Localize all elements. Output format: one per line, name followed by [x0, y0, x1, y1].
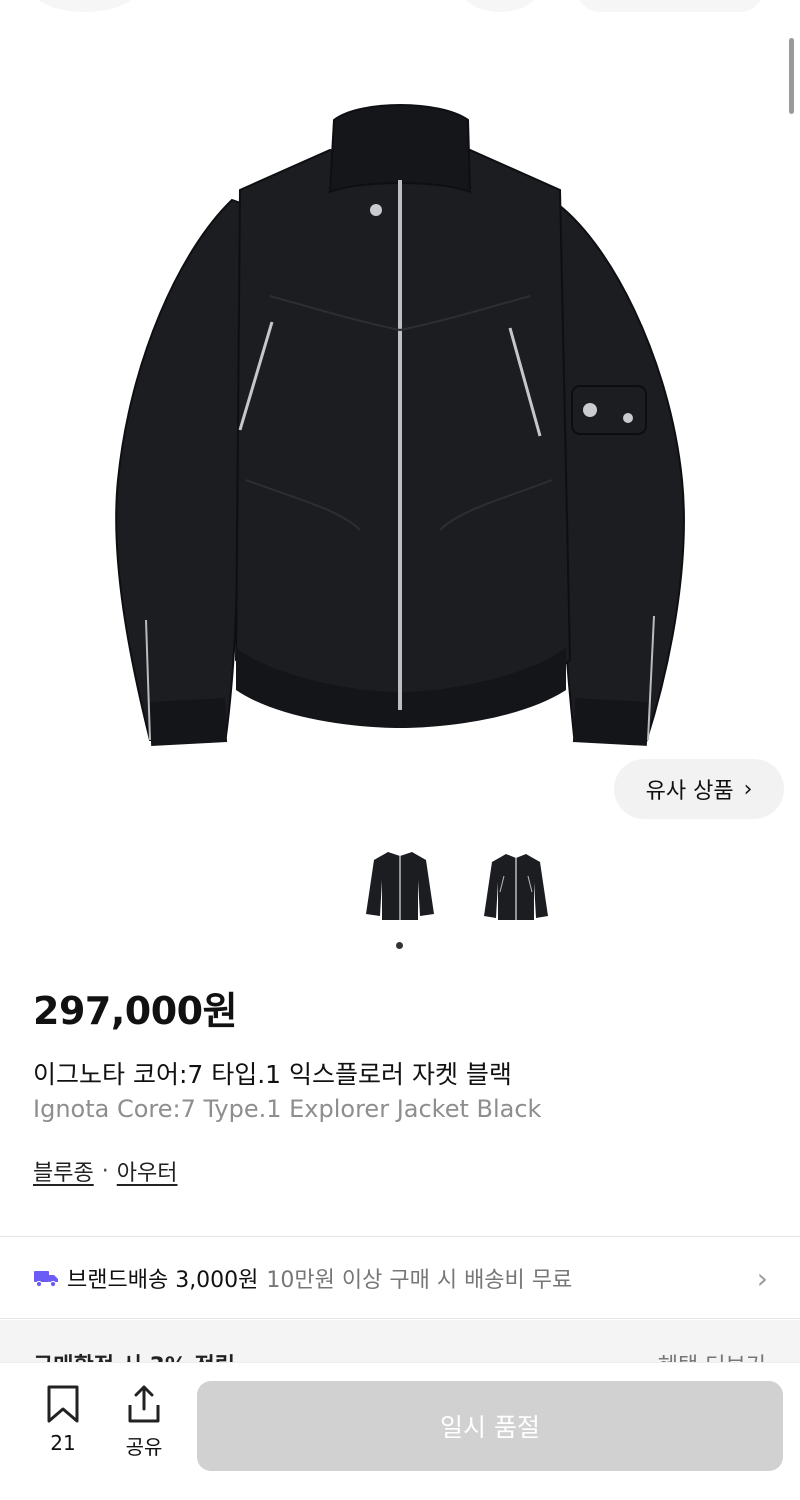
- top-overlay: [0, 0, 800, 40]
- bookmark-count: 21: [50, 1431, 76, 1455]
- product-price: 297,000원: [33, 989, 238, 1033]
- share-label: 공유: [125, 1435, 163, 1459]
- bottom-action-bar: 21 공유 일시 품절: [0, 1362, 800, 1500]
- benefit-more-link[interactable]: 혜택 더보기: [658, 1348, 766, 1362]
- back-button[interactable]: [30, 0, 140, 12]
- cart-button[interactable]: [575, 0, 765, 12]
- truck-icon: [34, 1271, 58, 1288]
- share-button[interactable]: 공유: [119, 1383, 169, 1460]
- category-link-blouson[interactable]: 블루종: [33, 1155, 94, 1187]
- pager-dot-active: [396, 942, 403, 949]
- free-shipping-condition: 10만원 이상 구매 시 배송비 무료: [266, 1268, 573, 1293]
- bookmark-icon: [47, 1385, 79, 1423]
- thumbnail-2[interactable]: [476, 840, 556, 936]
- bookmark-button[interactable]: 21: [38, 1383, 88, 1455]
- image-pager-dots: [396, 942, 403, 949]
- category-link-outer[interactable]: 아우터: [117, 1155, 178, 1187]
- divider: [0, 1318, 800, 1319]
- share-icon: [128, 1385, 160, 1423]
- category-separator: ·: [101, 1158, 109, 1184]
- similar-products-label: 유사 상품: [645, 779, 734, 804]
- sold-out-button[interactable]: 일시 품절: [197, 1381, 783, 1471]
- benefit-points-text: 구매확정 시 3% 적립: [33, 1348, 235, 1362]
- image-thumbnails: [360, 840, 556, 936]
- similar-products-button[interactable]: 유사 상품 ›: [614, 759, 784, 819]
- thumbnail-1[interactable]: [360, 840, 440, 936]
- home-button[interactable]: [460, 0, 540, 12]
- product-image[interactable]: [0, 60, 800, 820]
- product-name-english: Ignota Core:7 Type.1 Explorer Jacket Bla…: [33, 1095, 542, 1123]
- product-name-korean: 이그노타 코어:7 타입.1 익스플로러 자켓 블랙: [33, 1060, 512, 1089]
- benefit-banner[interactable]: 구매확정 시 3% 적립 혜택 더보기: [0, 1320, 800, 1362]
- product-categories: 블루종 · 아우터: [33, 1155, 177, 1187]
- divider: [0, 1236, 800, 1237]
- chevron-right-icon: ›: [756, 1262, 768, 1295]
- shipping-fee: 브랜드배송 3,000원: [67, 1268, 259, 1293]
- chevron-right-icon: ›: [743, 776, 753, 802]
- shipping-info-row[interactable]: 브랜드배송 3,000원 10만원 이상 구매 시 배송비 무료 ›: [0, 1238, 800, 1318]
